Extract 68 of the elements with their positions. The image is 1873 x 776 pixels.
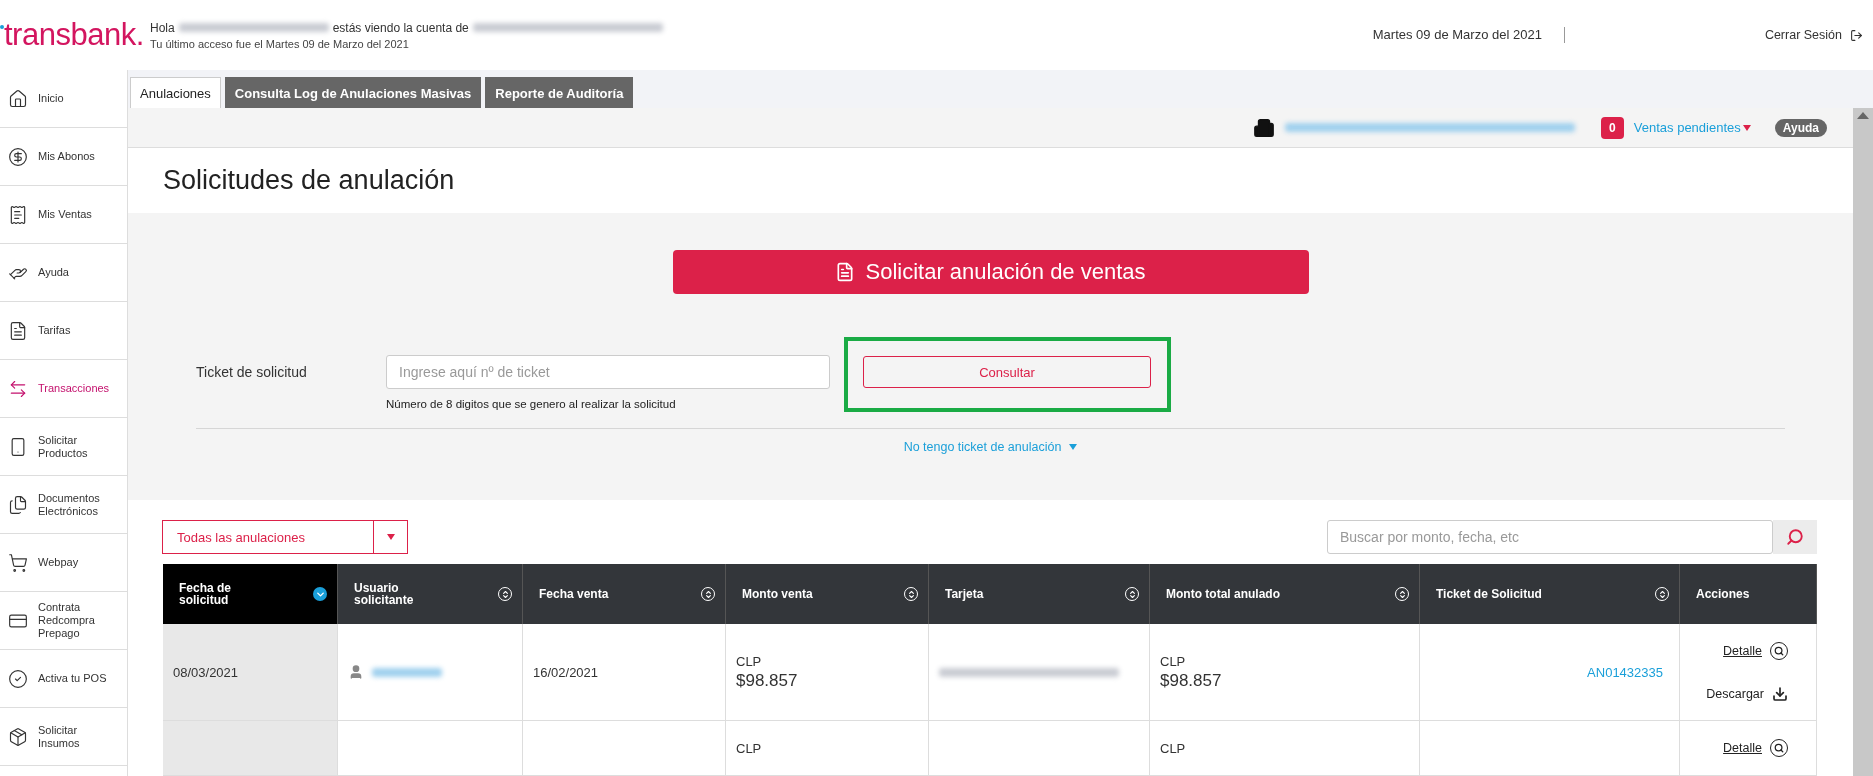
search-button[interactable] (1773, 520, 1817, 554)
sidebar-item[interactable]: Transacciones (0, 360, 127, 418)
scroll-up-icon[interactable] (1857, 112, 1869, 119)
search-field[interactable]: Buscar por monto, fecha, etc (1327, 520, 1773, 554)
hint-text: Número de 8 digitos que se genero al realizar la solicitud (386, 398, 677, 410)
check-circle-icon (8, 668, 28, 689)
sidebar-item[interactable]: Documentos Electrónicos (0, 476, 127, 534)
house-icon (8, 88, 28, 109)
column-header[interactable]: Usuario solicitante (338, 564, 523, 624)
coin-icon (8, 146, 28, 167)
request-cancellation-button[interactable]: Solicitar anulación de ventas (672, 250, 1309, 294)
download-link[interactable]: Descargar (1706, 686, 1788, 702)
sidebar-item[interactable]: Contrata Redcompra Prepago (0, 592, 127, 650)
sidebar-item[interactable]: Activa tu POS (0, 650, 127, 708)
currency-text: CLP (1160, 653, 1186, 669)
sort-icon[interactable] (313, 587, 327, 601)
logout-icon (1850, 28, 1863, 42)
document-icon (8, 320, 28, 341)
last-access-text: Tu último acceso fue el Martes 09 de Marzo del 2021 (150, 37, 410, 50)
ticket-input-field[interactable]: Ingrese aquí nº de ticket (386, 355, 830, 389)
column-header[interactable]: Tarjeta (929, 564, 1150, 624)
page-title: Solicitudes de anulación (162, 164, 456, 197)
currency-text: CLP (736, 653, 762, 669)
column-header[interactable]: Fecha de solicitud (163, 564, 338, 624)
amount-text: $98.857 (736, 670, 798, 691)
package-icon (8, 726, 28, 747)
currency-text: CLP (1160, 740, 1186, 756)
column-header[interactable]: Ticket de Solicitud (1420, 564, 1680, 624)
tab[interactable]: Anulaciones (130, 77, 221, 108)
receipt-icon (8, 204, 28, 225)
column-header: Acciones (1680, 564, 1817, 624)
consult-button[interactable]: Consultar (863, 356, 1151, 388)
column-header[interactable]: Fecha venta (523, 564, 726, 624)
field-label: Ticket de solicitud (196, 363, 308, 380)
sidebar-item[interactable]: Mis Abonos (0, 128, 127, 186)
table-cell: 08/03/2021 (163, 624, 338, 721)
column-header[interactable]: Monto total anulado (1150, 564, 1420, 624)
amount-text: $98.857 (1160, 670, 1222, 691)
filter-dropdown[interactable]: Todas las anulaciones (162, 520, 408, 554)
sidebar-item[interactable]: Inicio (0, 70, 127, 128)
documents-icon (8, 494, 28, 515)
download-icon (1772, 686, 1788, 702)
sidebar-item[interactable]: Ayuda (0, 244, 127, 302)
sidebar-item[interactable]: Mis Ventas (0, 186, 127, 244)
currency-text: CLP (736, 740, 762, 756)
column-header[interactable]: Monto venta (726, 564, 929, 624)
person-icon (348, 664, 364, 680)
sidebar-item[interactable]: Webpay (0, 534, 127, 592)
redacted-text (372, 667, 442, 677)
search-icon (1786, 528, 1804, 546)
sidebar-item[interactable]: Tarifas (0, 302, 127, 360)
logo: transbank. (0, 17, 150, 53)
sidebar-item[interactable]: Solicitar Insumos (0, 708, 127, 766)
tab[interactable]: Reporte de Auditoría (485, 77, 634, 108)
greeting-text: Hola (150, 20, 175, 35)
cart-icon (8, 552, 28, 573)
pending-count: 0 (1601, 116, 1624, 139)
detail-link[interactable]: Detalle (1723, 642, 1788, 660)
document-icon (835, 262, 856, 282)
arrows-icon (8, 378, 28, 399)
date-text: Martes 09 de Marzo del 2021 (1372, 27, 1565, 43)
greeting-text: estás viendo la cuenta de (332, 20, 469, 35)
sidebar-item[interactable]: Solicitar Productos (0, 418, 127, 476)
table-cell: 16/02/2021 (523, 624, 726, 721)
logout-link[interactable]: Cerrar Sesión (1764, 28, 1863, 42)
detail-link[interactable]: Detalle (1723, 739, 1788, 757)
help-button[interactable]: Ayuda (1774, 118, 1827, 137)
tab[interactable]: Consulta Log de Anulaciones Masivas (224, 77, 482, 108)
